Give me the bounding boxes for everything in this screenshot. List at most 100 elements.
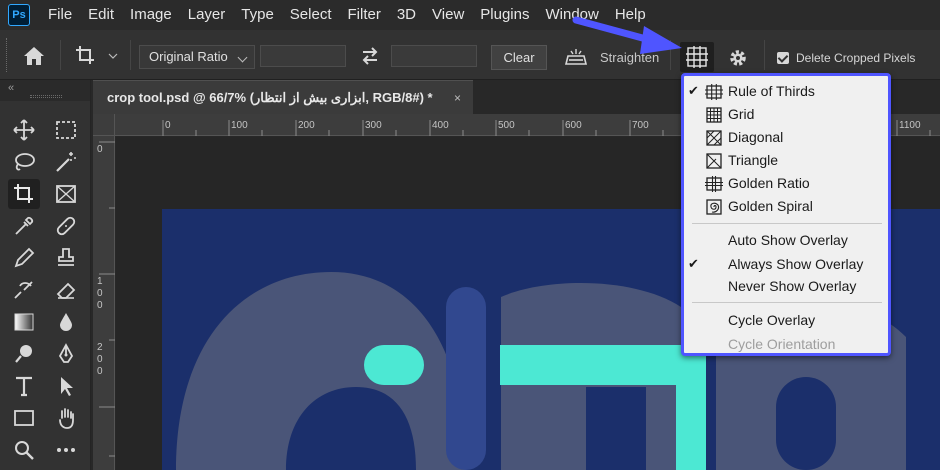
- diagonal-icon: [706, 130, 722, 146]
- menu-item-always-show-overlay[interactable]: ✔ Always Show Overlay: [684, 254, 888, 276]
- app-logo: Ps: [8, 4, 30, 26]
- eyedropper-tool[interactable]: [8, 211, 40, 241]
- document-tab[interactable]: crop tool.psd @ 66/7% (ابزاری بیش از انت…: [93, 80, 473, 114]
- menu-item-grid[interactable]: Grid: [684, 104, 888, 126]
- menu-layer[interactable]: Layer: [180, 0, 234, 30]
- ruler-label: 100: [231, 120, 248, 131]
- menu-file[interactable]: File: [40, 0, 80, 30]
- arrow-cursor-icon: [61, 377, 73, 396]
- ratio-select[interactable]: Original Ratio: [139, 45, 255, 69]
- menu-plugins[interactable]: Plugins: [472, 0, 537, 30]
- menu-item-golden-spiral[interactable]: Golden Spiral: [684, 196, 888, 218]
- bandage-icon: [56, 216, 76, 236]
- clear-button[interactable]: Clear: [491, 45, 547, 70]
- chevron-down-icon: [237, 52, 248, 63]
- path-selection-tool[interactable]: [50, 371, 82, 401]
- history-brush-icon: [14, 281, 33, 299]
- ruler-label: 0: [97, 288, 103, 299]
- menu-item-label: Cycle Overlay: [728, 312, 816, 328]
- menu-item-label: Golden Spiral: [728, 198, 813, 214]
- ratio-label: Original Ratio: [149, 49, 228, 64]
- menu-item-label: Never Show Overlay: [728, 278, 857, 294]
- zoom-icon: [15, 441, 34, 460]
- menu-item-label: Cycle Orientation: [728, 336, 836, 352]
- dodge-tool[interactable]: [8, 339, 40, 369]
- home-icon[interactable]: [22, 45, 46, 67]
- menu-item-diagonal[interactable]: Diagonal: [684, 127, 888, 149]
- rectangle-tool[interactable]: [8, 403, 40, 433]
- menu-view[interactable]: View: [424, 0, 472, 30]
- stamp-tool[interactable]: [50, 243, 82, 273]
- healing-brush-tool[interactable]: [50, 211, 82, 241]
- collapse-icon[interactable]: «: [8, 82, 14, 94]
- menu-item-label: Triangle: [728, 152, 779, 168]
- checkmark-icon: ✔: [688, 256, 699, 271]
- close-icon[interactable]: ×: [454, 81, 461, 115]
- history-brush-tool[interactable]: [8, 275, 40, 305]
- photoshop-window: Ps File Edit Image Layer Type Select Fil…: [0, 0, 940, 470]
- brush-tool[interactable]: [8, 243, 40, 273]
- ruler-label: 1100: [899, 120, 921, 131]
- triangle-icon: [706, 153, 722, 169]
- gradient-icon: [14, 313, 34, 331]
- menu-type[interactable]: Type: [233, 0, 282, 30]
- menu-item-golden-ratio[interactable]: Golden Ratio: [684, 173, 888, 195]
- menu-select[interactable]: Select: [282, 0, 340, 30]
- ellipsis-icon: [57, 448, 75, 452]
- delete-cropped-checkbox[interactable]: [777, 52, 789, 64]
- menu-item-auto-show-overlay[interactable]: Auto Show Overlay: [684, 230, 888, 252]
- ruler-label: 700: [632, 120, 649, 131]
- menu-image[interactable]: Image: [122, 0, 180, 30]
- overlay-options-menu: ✔ Rule of Thirds Grid Diagonal Triangle …: [681, 73, 891, 356]
- checkmark-icon: ✔: [688, 83, 699, 98]
- gradient-tool[interactable]: [8, 307, 40, 337]
- panel-grip[interactable]: [30, 95, 62, 98]
- lasso-icon: [15, 153, 35, 171]
- pen-tool[interactable]: [50, 339, 82, 369]
- blur-tool[interactable]: [50, 307, 82, 337]
- menu-filter[interactable]: Filter: [340, 0, 389, 30]
- crop-tool[interactable]: [8, 179, 40, 209]
- menu-item-triangle[interactable]: Triangle: [684, 150, 888, 172]
- crop-preset-picker[interactable]: [74, 44, 122, 68]
- options-divider: [764, 40, 765, 70]
- ruler-label: 300: [365, 120, 382, 131]
- move-tool[interactable]: [8, 115, 40, 145]
- marquee-tool[interactable]: [50, 115, 82, 145]
- dodge-icon: [15, 345, 32, 363]
- stamp-icon: [58, 248, 74, 266]
- frame-tool[interactable]: [50, 179, 82, 209]
- options-grip[interactable]: [6, 38, 9, 72]
- magic-wand-tool[interactable]: [50, 147, 82, 177]
- hand-tool[interactable]: [50, 403, 82, 433]
- ruler-label: 400: [432, 120, 449, 131]
- menu-edit[interactable]: Edit: [80, 0, 122, 30]
- menu-3d[interactable]: 3D: [389, 0, 424, 30]
- menu-item-rule-of-thirds[interactable]: ✔ Rule of Thirds: [684, 81, 888, 103]
- eraser-tool[interactable]: [50, 275, 82, 305]
- more-tools-button[interactable]: [50, 435, 82, 465]
- gear-icon[interactable]: [727, 47, 749, 69]
- golden-ratio-icon: [705, 176, 723, 192]
- width-field[interactable]: [260, 45, 346, 67]
- menu-item-never-show-overlay[interactable]: Never Show Overlay: [684, 276, 888, 298]
- menu-item-cycle-orientation: Cycle Orientation: [684, 334, 888, 356]
- ruler-label: 1: [97, 276, 103, 287]
- pointer-arrow-annotation: [572, 16, 682, 54]
- type-tool[interactable]: [8, 371, 40, 401]
- swap-icon[interactable]: [360, 46, 380, 66]
- rectangle-icon: [14, 410, 34, 426]
- vertical-ruler[interactable]: 0 1 0 0 2 0 0: [93, 136, 115, 470]
- menu-item-cycle-overlay[interactable]: Cycle Overlay: [684, 310, 888, 332]
- menu-bar: Ps File Edit Image Layer Type Select Fil…: [0, 0, 940, 30]
- height-field[interactable]: [391, 45, 477, 67]
- ruler-label: 0: [97, 144, 103, 155]
- pen-icon: [58, 343, 74, 363]
- grid-icon: [706, 107, 722, 123]
- zoom-tool[interactable]: [8, 435, 40, 465]
- ruler-label: 0: [165, 120, 171, 131]
- menu-item-label: Golden Ratio: [728, 175, 810, 191]
- eyedropper-icon: [15, 216, 34, 235]
- tools-panel: «: [0, 80, 91, 470]
- lasso-tool[interactable]: [8, 147, 40, 177]
